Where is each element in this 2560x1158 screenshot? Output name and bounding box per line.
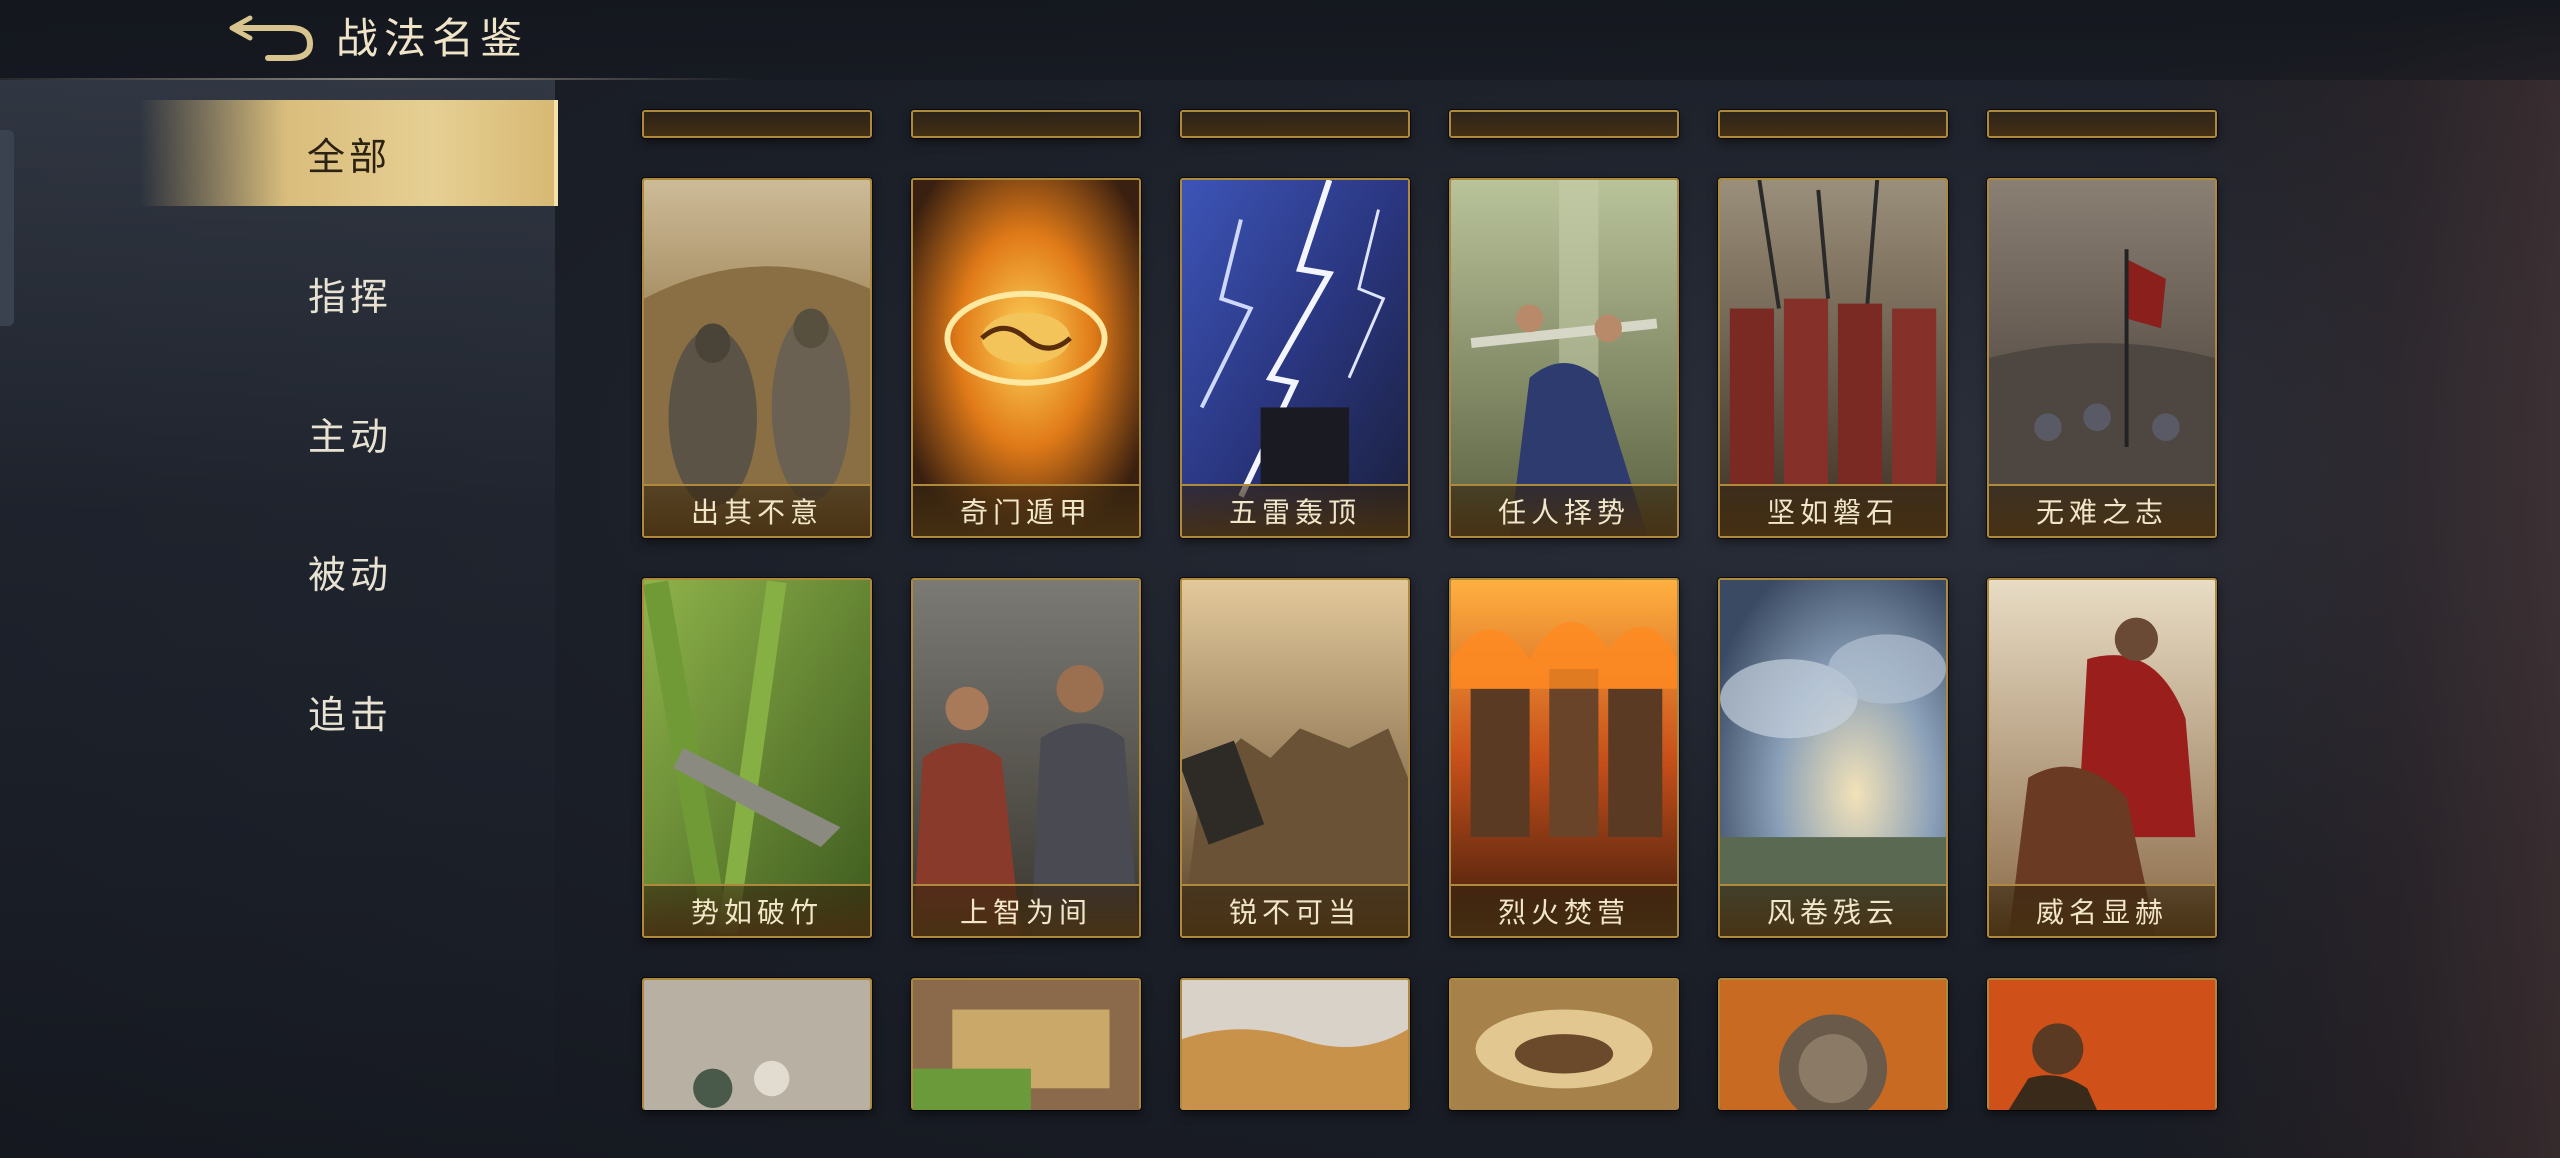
card-label: 上智为间 [913,884,1139,936]
sidebar-item-label: 指挥 [307,274,392,319]
tactic-card-partial[interactable] [1449,110,1679,138]
card-label: 任人择势 [1451,484,1677,536]
tactic-card-partial[interactable] [642,978,872,1110]
sidebar-item-active[interactable]: 主动 [140,380,560,486]
card-label-clipped [1451,112,1677,136]
lightning-art [1182,180,1408,536]
tactic-card-partial[interactable] [911,110,1141,138]
page-title: 战法名鉴 [336,14,529,63]
bamboo-blade-art [644,580,870,936]
card-label: 锐不可当 [1182,884,1408,936]
tactic-card[interactable]: 奇门遁甲 [911,178,1141,538]
burning-fort-art [1451,580,1677,936]
tactic-card[interactable]: 势如破竹 [642,578,872,938]
card-label: 出其不意 [644,484,870,536]
card-label: 五雷轰顶 [1182,484,1408,536]
warrior-fire-art [1989,980,2215,1110]
two-officers-art [913,580,1139,936]
card-label: 奇门遁甲 [913,484,1139,536]
tactic-card[interactable]: 上智为间 [911,578,1141,938]
tactic-card[interactable]: 坚如磐石 [1718,178,1948,538]
yin-yang-fire-art [913,180,1139,536]
shield-wall-art [1720,180,1946,536]
tactic-card-partial[interactable] [1180,978,1410,1110]
sidebar-item-label: 被动 [307,552,392,597]
tactic-card-partial[interactable] [1987,978,2217,1110]
tactic-card-partial[interactable] [1449,978,1679,1110]
card-label: 烈火焚营 [1451,884,1677,936]
card-label: 无难之志 [1989,484,2215,536]
sidebar-item-command[interactable]: 指挥 [140,240,560,346]
storm-clouds-art [1720,580,1946,936]
tactic-card[interactable]: 五雷轰顶 [1180,178,1410,538]
tactic-card-partial[interactable] [911,978,1141,1110]
card-label-clipped [1182,112,1408,136]
grain-box-art [913,980,1139,1110]
landscape-art [1182,980,1408,1110]
card-label-clipped [913,112,1139,136]
cavalry-charge-art [1182,580,1408,936]
tactic-card-partial[interactable] [1180,110,1410,138]
sidebar-item-passive[interactable]: 被动 [140,518,560,624]
tactic-card[interactable]: 风卷残云 [1718,578,1948,938]
sidebar-item-all[interactable]: 全部 [140,100,558,206]
tactic-card[interactable]: 威名显赫 [1987,578,2217,938]
tactic-card[interactable]: 烈火焚营 [1449,578,1679,938]
sidebar-item-label: 追击 [307,692,392,737]
card-label: 坚如磐石 [1720,484,1946,536]
sidebar-handle[interactable] [0,130,14,326]
tactic-card-partial[interactable] [1718,978,1948,1110]
sidebar-item-label: 全部 [306,134,391,179]
tactic-card[interactable]: 无难之志 [1987,178,2217,538]
card-label-clipped [1989,112,2215,136]
general-on-horse-art [1989,580,2215,936]
tactic-card[interactable]: 出其不意 [642,178,872,538]
war-drum-art [1720,980,1946,1110]
tactic-card-partial[interactable] [1718,110,1948,138]
sidebar-item-label: 主动 [307,414,392,459]
army-march-art [1989,180,2215,536]
back-button[interactable] [228,14,318,66]
tactic-card[interactable]: 任人择势 [1449,178,1679,538]
golden-vortex-art [1451,980,1677,1110]
header-bar: 战法名鉴 [0,0,2560,80]
tactic-card-partial[interactable] [1987,110,2217,138]
card-label-clipped [1720,112,1946,136]
card-label: 风卷残云 [1720,884,1946,936]
back-arrow-icon [229,15,314,61]
card-label: 势如破竹 [644,884,870,936]
scholar-sword-art [1451,180,1677,536]
tactic-card[interactable]: 锐不可当 [1180,578,1410,938]
card-label: 威名显赫 [1989,884,2215,936]
soldiers-smoke-art [644,980,870,1110]
stone-warriors-art [644,180,870,536]
card-label-clipped [644,112,870,136]
tactic-card-partial[interactable] [642,110,872,138]
sidebar-item-pursuit[interactable]: 追击 [140,658,560,764]
